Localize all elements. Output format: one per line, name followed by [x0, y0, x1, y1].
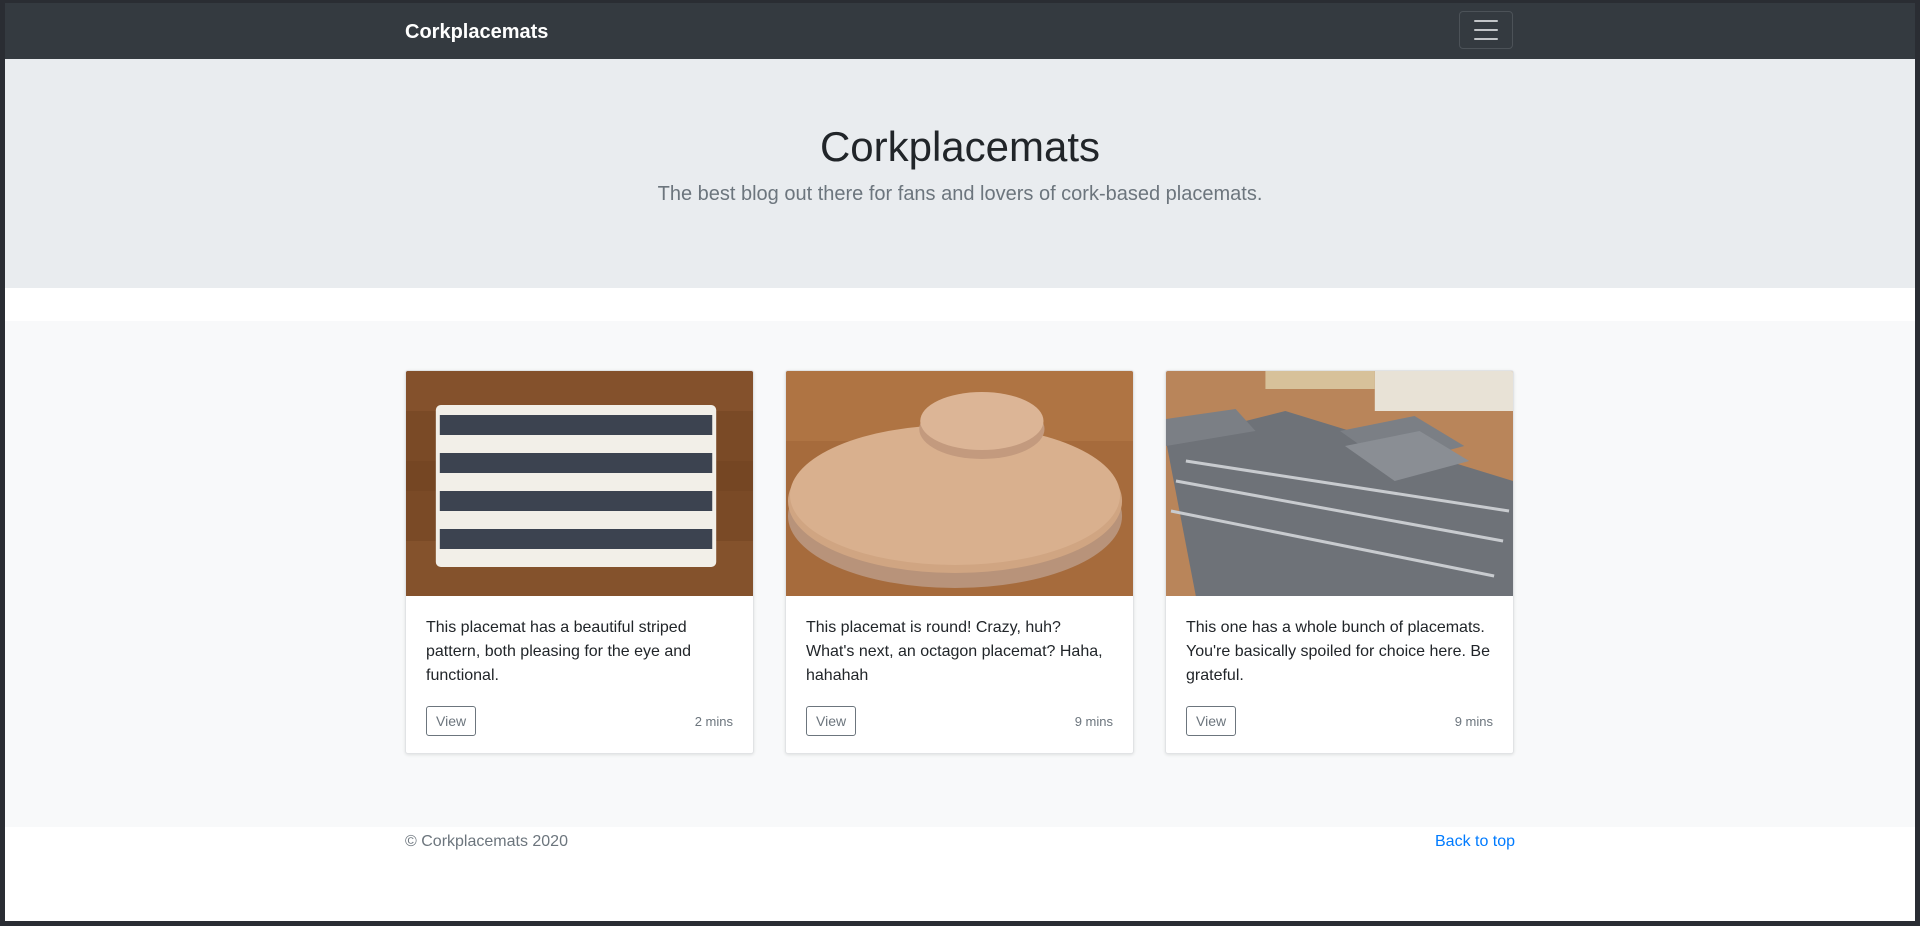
page-footer: © Corkplacemats 2020 Back to top	[5, 827, 1915, 921]
view-button[interactable]: View	[1186, 706, 1237, 736]
browser-viewport: Corkplacemats Corkplacemats The best blo…	[5, 3, 1915, 921]
hero-subtitle: The best blog out there for fans and lov…	[657, 183, 1263, 205]
top-navbar: Corkplacemats	[5, 3, 1915, 59]
read-time: 9 mins	[1454, 713, 1493, 729]
back-to-top-link[interactable]: Back to top	[1435, 833, 1515, 851]
read-time: 2 mins	[694, 713, 733, 729]
card-striped-placemat: This placemat has a beautiful striped pa…	[405, 370, 754, 754]
read-time: 9 mins	[1074, 713, 1113, 729]
patterned-placemats-image	[1166, 371, 1513, 596]
round-placemat-image	[786, 371, 1133, 596]
card-round-placemat: This placemat is round! Crazy, huh? What…	[785, 370, 1134, 754]
navbar-toggle-button[interactable]	[1459, 11, 1513, 49]
striped-placemat-image	[406, 371, 753, 596]
hamburger-menu-icon	[1474, 20, 1498, 22]
view-button[interactable]: View	[806, 706, 857, 736]
view-button[interactable]: View	[426, 706, 477, 736]
hero-title: Corkplacemats	[819, 123, 1101, 170]
card-text: This placemat has a beautiful striped pa…	[426, 619, 692, 684]
card-text: This one has a whole bunch of placemats.…	[1186, 619, 1490, 684]
hero-section: Corkplacemats The best blog out there fo…	[5, 59, 1915, 288]
card-text: This placemat is round! Crazy, huh? What…	[806, 619, 1103, 684]
card-patterned-placemats: This one has a whole bunch of placemats.…	[1165, 370, 1514, 754]
card-gallery: This placemat has a beautiful striped pa…	[5, 321, 1915, 827]
brand-link[interactable]: Corkplacemats	[405, 21, 548, 44]
copyright-text: © Corkplacemats 2020	[405, 833, 568, 850]
